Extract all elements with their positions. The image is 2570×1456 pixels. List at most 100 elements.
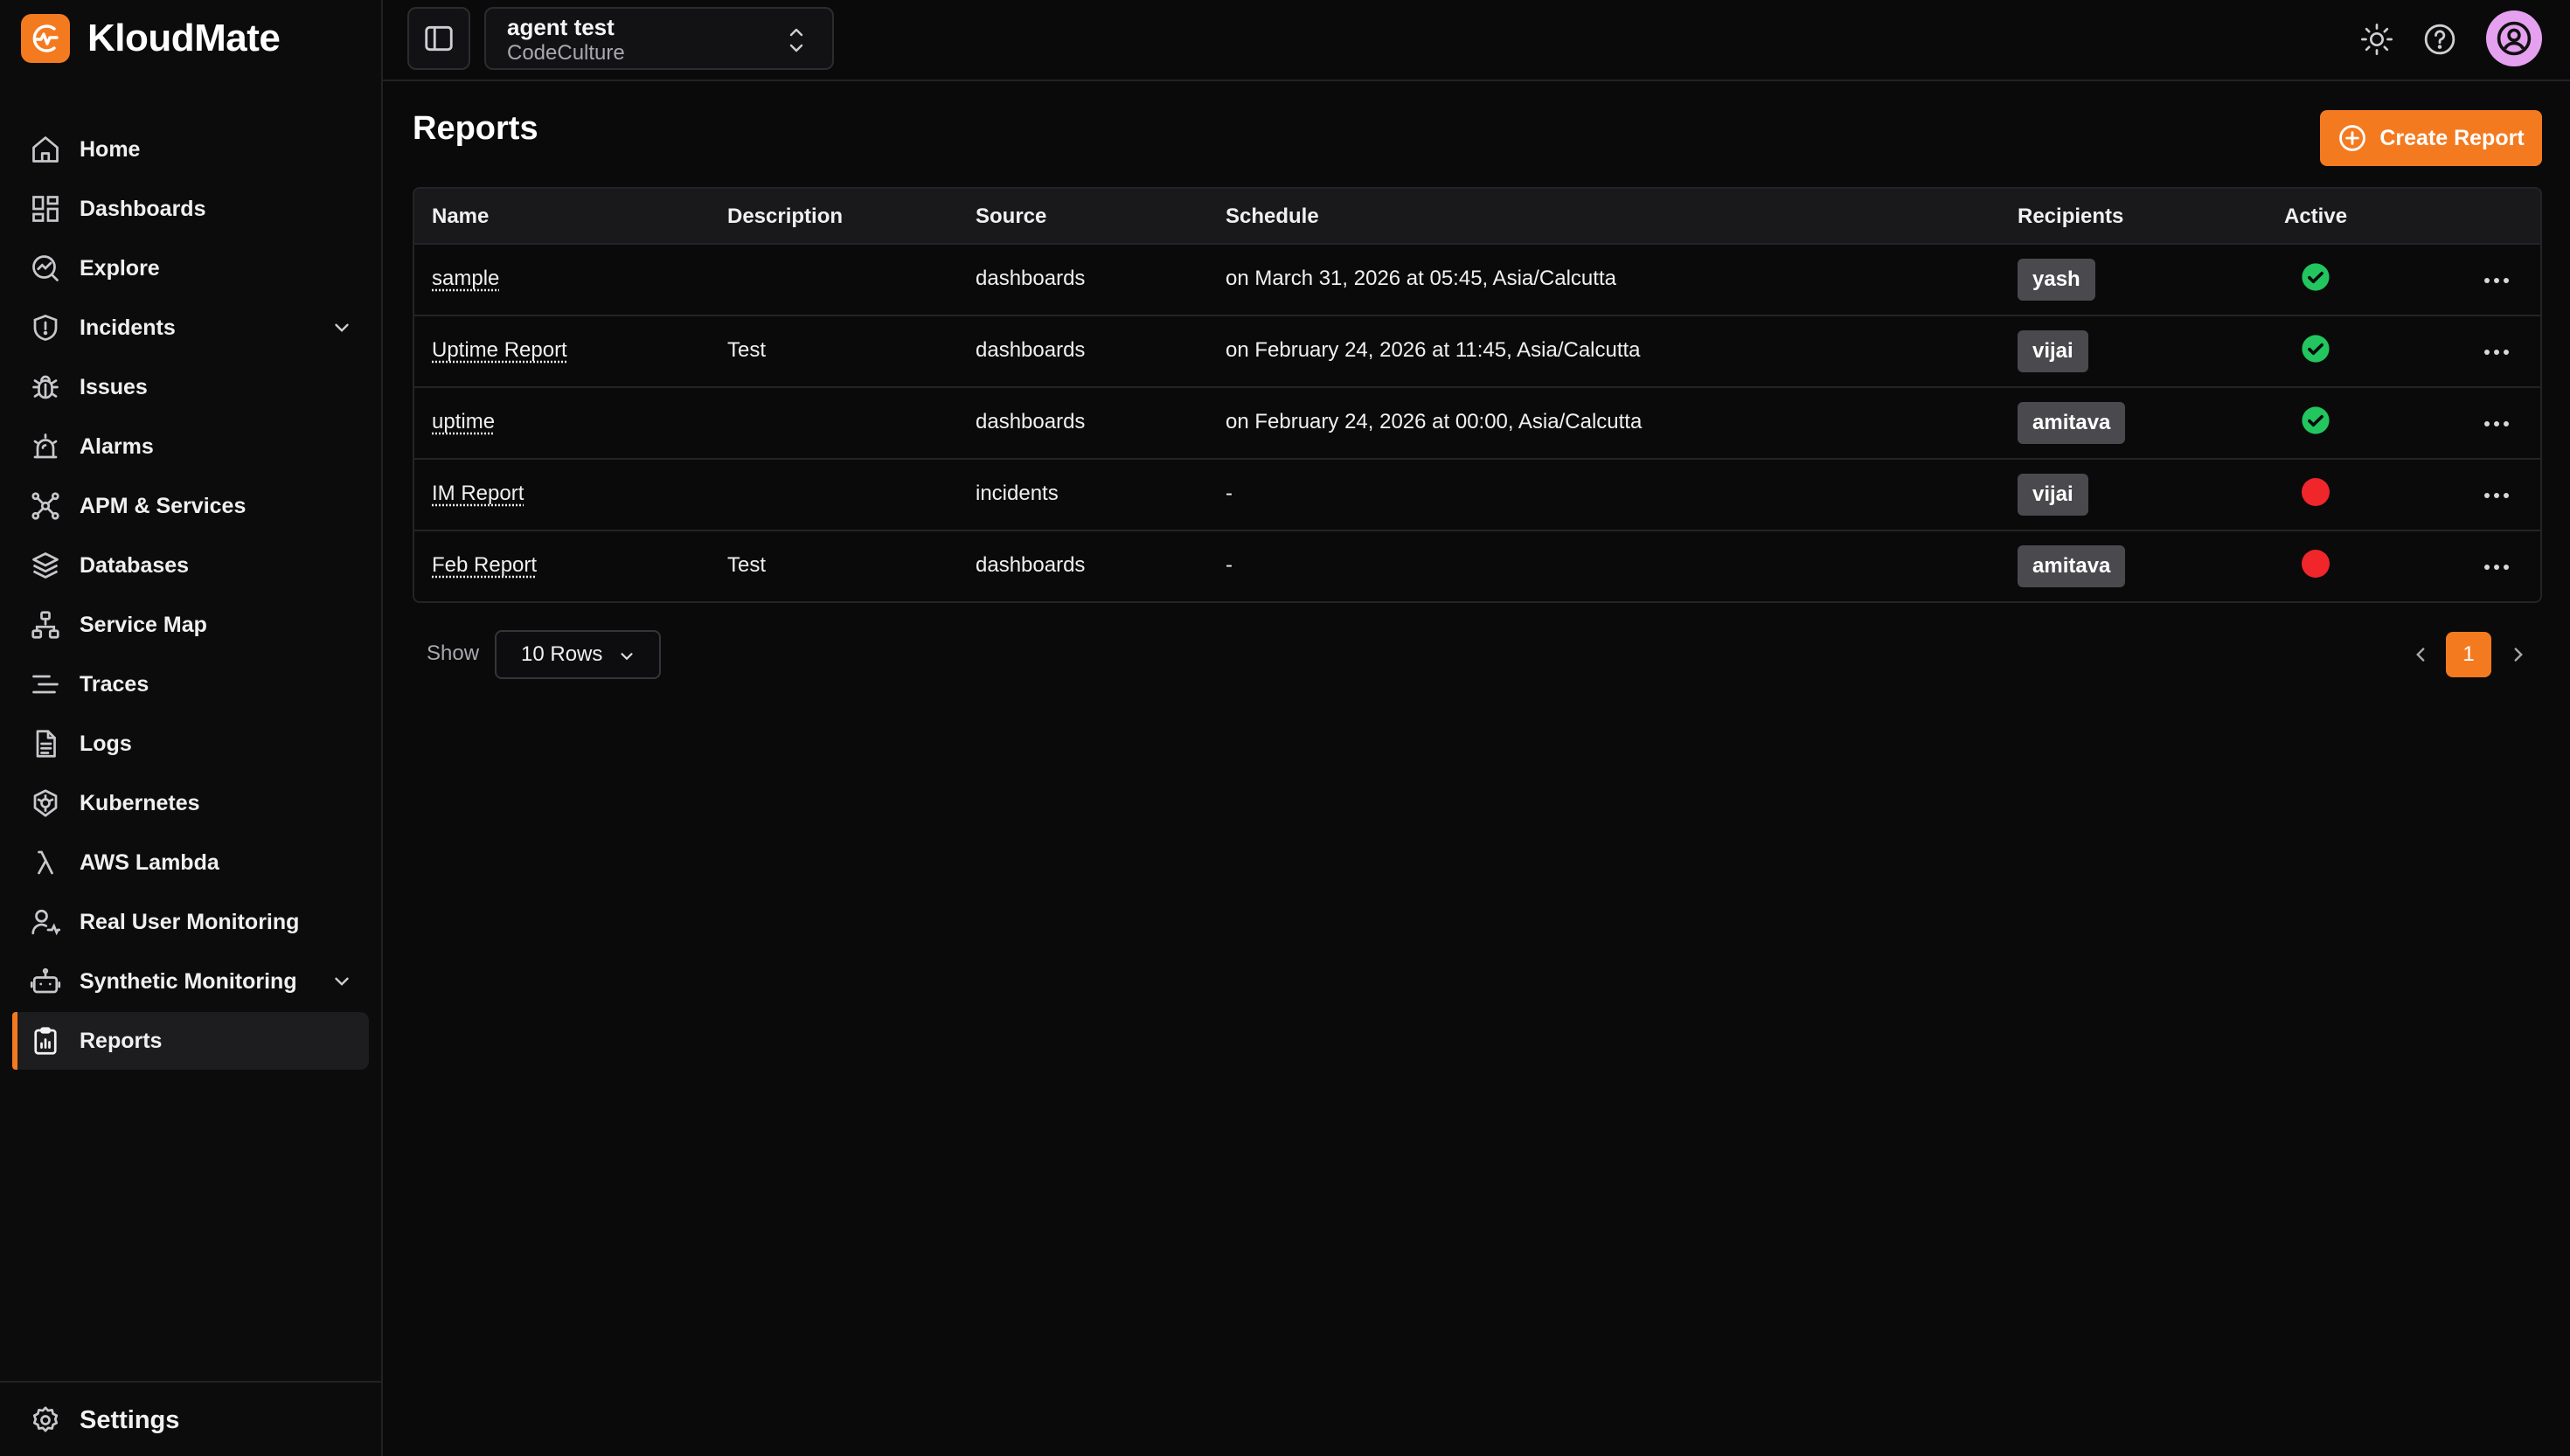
inactive-dot xyxy=(2302,478,2330,506)
recipient-badge: amitava xyxy=(2018,545,2126,587)
sidebar-item-real-user-monitoring[interactable]: Real User Monitoring xyxy=(12,893,369,951)
sidebar-item-label: Explore xyxy=(80,255,160,281)
sidebar-footer: Settings xyxy=(0,1381,381,1456)
column-header-name[interactable]: Name xyxy=(432,205,489,229)
user-icon xyxy=(2495,19,2533,58)
logs-icon xyxy=(28,726,63,761)
user-avatar[interactable] xyxy=(2486,10,2542,66)
column-header-description[interactable]: Description xyxy=(727,205,843,229)
page-number-button[interactable]: 1 xyxy=(2446,632,2491,677)
table-row[interactable]: IM Report incidents - vijai xyxy=(414,460,2540,531)
active-check-icon xyxy=(2301,406,2330,435)
column-header-recipients[interactable]: Recipients xyxy=(2018,205,2123,229)
sidebar-item-label: Logs xyxy=(80,731,132,756)
sidebar-item-label: AWS Lambda xyxy=(80,849,219,875)
sidebar-item-incidents[interactable]: Incidents xyxy=(12,299,369,357)
reports-icon xyxy=(28,1023,63,1058)
table-row[interactable]: Feb Report Test dashboards - amitava xyxy=(414,531,2540,601)
sidebar-item-traces[interactable]: Traces xyxy=(12,655,369,713)
table-row[interactable]: Uptime Report Test dashboards on Februar… xyxy=(414,316,2540,388)
row-actions-button[interactable] xyxy=(2479,266,2514,295)
sidebar-item-label: Incidents xyxy=(80,315,176,340)
show-label: Show xyxy=(427,641,480,665)
previous-page-button[interactable] xyxy=(2409,643,2432,666)
sidebar-item-apm-services[interactable]: APM & Services xyxy=(12,477,369,535)
sidebar-item-label: Service Map xyxy=(80,612,207,637)
reports-table: Name Description Source Schedule Recipie… xyxy=(413,187,2542,603)
database-icon xyxy=(28,548,63,583)
rows-per-page-select[interactable]: 10 Rows xyxy=(495,630,661,679)
plus-circle-icon xyxy=(2337,123,2367,153)
sidebar-item-label: Issues xyxy=(80,374,148,399)
report-description: Test xyxy=(727,553,767,577)
help-button[interactable] xyxy=(2421,21,2458,58)
brand[interactable]: KloudMate xyxy=(21,12,281,65)
sidebar-item-logs[interactable]: Logs xyxy=(12,715,369,773)
row-actions-button[interactable] xyxy=(2479,409,2514,439)
settings-label: Settings xyxy=(80,1405,180,1434)
sidebar-item-dashboards[interactable]: Dashboards xyxy=(12,180,369,238)
sidebar-toggle-button[interactable] xyxy=(407,7,470,70)
more-horizontal-icon xyxy=(2484,278,2509,283)
sidebar-item-explore[interactable]: Explore xyxy=(12,239,369,297)
service-map-icon xyxy=(28,607,63,642)
sidebar: KloudMate Home Dashboards Explore Incide… xyxy=(0,0,383,1456)
report-name-link[interactable]: IM Report xyxy=(432,482,524,506)
column-header-schedule[interactable]: Schedule xyxy=(1226,205,1319,229)
active-check-icon xyxy=(2301,334,2330,364)
report-name-link[interactable]: sample xyxy=(432,267,499,291)
active-check-icon xyxy=(2301,262,2330,292)
lambda-icon xyxy=(28,845,63,880)
report-name-link[interactable]: Feb Report xyxy=(432,553,537,578)
sidebar-item-alarms[interactable]: Alarms xyxy=(12,418,369,475)
sidebar-item-settings[interactable]: Settings xyxy=(28,1398,179,1442)
workspace-switcher[interactable]: agent test CodeCulture xyxy=(484,7,834,70)
next-page-button[interactable] xyxy=(2507,643,2530,666)
report-schedule: - xyxy=(1226,482,1233,505)
inactive-status-icon xyxy=(2301,549,2330,579)
bug-icon xyxy=(28,370,63,405)
table-header: Name Description Source Schedule Recipie… xyxy=(414,189,2540,245)
theme-toggle-button[interactable] xyxy=(2358,21,2395,58)
column-header-active[interactable]: Active xyxy=(2284,205,2347,229)
kloudmate-logo-icon xyxy=(21,14,70,63)
report-source: dashboards xyxy=(976,410,1086,433)
sidebar-item-home[interactable]: Home xyxy=(12,121,369,178)
create-report-button[interactable]: Create Report xyxy=(2320,110,2542,166)
sidebar-item-label: Synthetic Monitoring xyxy=(80,968,297,994)
shield-icon xyxy=(28,310,63,345)
home-icon xyxy=(28,132,63,167)
sidebar-item-aws-lambda[interactable]: AWS Lambda xyxy=(12,834,369,891)
report-name-link[interactable]: Uptime Report xyxy=(432,338,567,363)
sidebar-item-issues[interactable]: Issues xyxy=(12,358,369,416)
sidebar-item-label: Real User Monitoring xyxy=(80,909,300,934)
sidebar-item-label: Dashboards xyxy=(80,196,206,221)
traces-icon xyxy=(28,667,63,702)
sidebar-item-label: Databases xyxy=(80,552,190,578)
sun-icon xyxy=(2359,22,2394,57)
chevron-down-icon xyxy=(621,653,633,661)
chevron-down-icon[interactable] xyxy=(330,970,353,993)
row-actions-button[interactable] xyxy=(2479,481,2514,510)
table-row[interactable]: uptime dashboards on February 24, 2026 a… xyxy=(414,388,2540,460)
sidebar-item-reports[interactable]: Reports xyxy=(12,1012,369,1070)
rows-per-page-value: 10 Rows xyxy=(521,642,603,666)
report-description: Test xyxy=(727,338,767,362)
sidebar-item-databases[interactable]: Databases xyxy=(12,537,369,594)
report-name-link[interactable]: uptime xyxy=(432,410,495,434)
row-actions-button[interactable] xyxy=(2479,337,2514,367)
sidebar-item-service-map[interactable]: Service Map xyxy=(12,596,369,654)
sidebar-item-kubernetes[interactable]: Kubernetes xyxy=(12,774,369,832)
sidebar-item-synthetic-monitoring[interactable]: Synthetic Monitoring xyxy=(12,953,369,1010)
chevron-down-icon[interactable] xyxy=(330,316,353,339)
report-source: dashboards xyxy=(976,553,1086,577)
column-header-source[interactable]: Source xyxy=(976,205,1046,229)
table-row[interactable]: sample dashboards on March 31, 2026 at 0… xyxy=(414,245,2540,316)
chevron-up-down-icon xyxy=(787,24,806,56)
more-horizontal-icon xyxy=(2484,565,2509,570)
recipient-badge: amitava xyxy=(2018,402,2126,444)
row-actions-button[interactable] xyxy=(2479,552,2514,582)
sidebar-item-label: Alarms xyxy=(80,433,154,459)
sidebar-toggle-icon xyxy=(422,22,455,55)
help-icon xyxy=(2422,22,2457,57)
